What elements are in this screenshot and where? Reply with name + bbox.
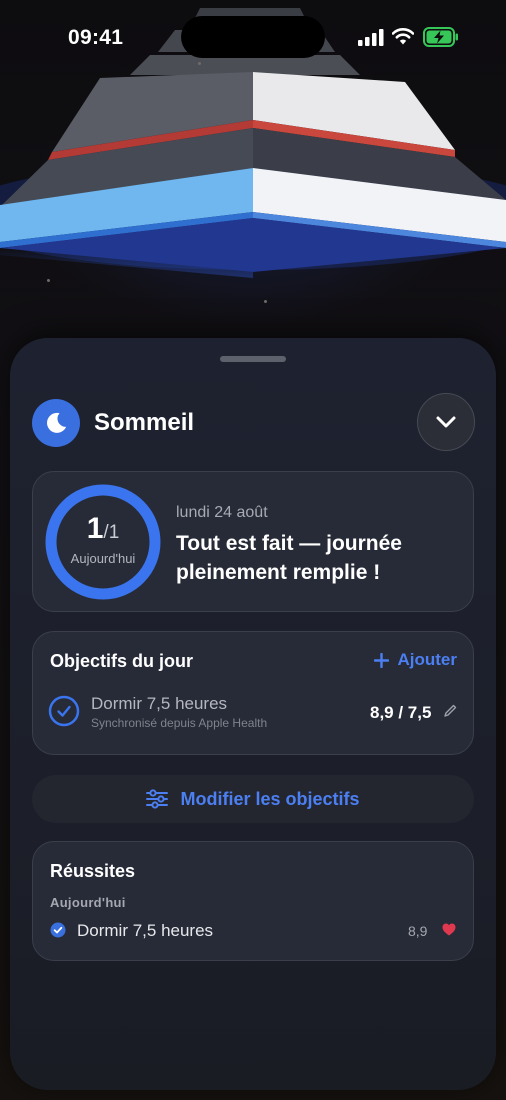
- screen: 09:41 Sommeil 1/1 Aujourd'hui lundi 24 a…: [0, 0, 506, 1100]
- progress-headline: Tout est fait — journée pleinement rempl…: [176, 532, 402, 584]
- dynamic-island: [181, 16, 325, 58]
- progress-caption: Aujourd'hui: [70, 551, 136, 566]
- plus-icon: [373, 652, 389, 668]
- pencil-edit-icon[interactable]: [443, 704, 457, 718]
- heart-icon: [442, 923, 456, 936]
- goal-value: 8,9 / 7,5: [370, 703, 432, 722]
- sheet-grabber[interactable]: [220, 356, 286, 362]
- goal-name: Dormir 7,5 heures: [91, 694, 228, 713]
- achievement-value: 8,9: [408, 923, 428, 939]
- status-bar: 09:41: [0, 0, 506, 76]
- add-goal-label: Ajouter: [397, 650, 458, 669]
- sleep-sheet: Sommeil 1/1 Aujourd'hui lundi 24 août To…: [10, 338, 496, 1090]
- achievement-name: Dormir 7,5 heures: [77, 921, 214, 940]
- status-time: 09:41: [68, 26, 124, 49]
- progress-date: lundi 24 août: [176, 504, 268, 521]
- add-goal-button[interactable]: Ajouter: [373, 650, 458, 670]
- achievements-card: Réussites Aujourd'hui Dormir 7,5 heures …: [32, 841, 474, 961]
- progress-count: 1/1: [86, 512, 120, 545]
- edit-goals-label: Modifier les objectifs: [180, 788, 360, 809]
- sheet-title: Sommeil: [94, 409, 195, 436]
- achievements-title: Réussites: [50, 861, 136, 881]
- cellular-signal-icon: [358, 29, 384, 46]
- goal-subtitle: Synchronisé depuis Apple Health: [91, 716, 268, 730]
- achievements-section-label: Aujourd'hui: [50, 895, 126, 910]
- sliders-icon: [146, 789, 169, 809]
- check-circle-icon: [50, 922, 66, 938]
- collapse-button[interactable]: [417, 393, 475, 451]
- chevron-down-icon: [436, 416, 456, 428]
- moon-icon: [32, 399, 80, 447]
- battery-charging-icon: [423, 27, 458, 47]
- progress-completed: 1: [86, 512, 104, 545]
- edit-goals-button[interactable]: Modifier les objectifs: [32, 775, 474, 823]
- wifi-icon: [392, 28, 414, 45]
- sheet-header: Sommeil: [32, 393, 475, 451]
- goals-title: Objectifs du jour: [50, 651, 194, 671]
- daily-goals-card: Objectifs du jour Ajouter Dormir 7,5 heu…: [32, 631, 474, 755]
- daily-progress-card: 1/1 Aujourd'hui lundi 24 août Tout est f…: [32, 471, 474, 612]
- goal-completed-checkbox-icon[interactable]: [48, 695, 80, 727]
- progress-total: 1: [108, 522, 120, 543]
